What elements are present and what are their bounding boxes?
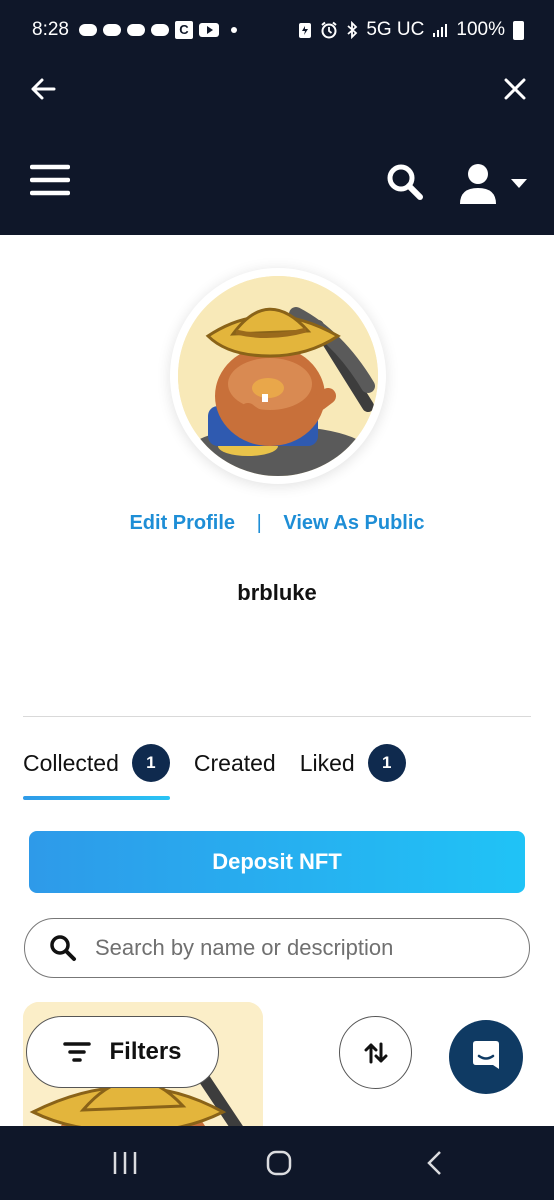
search-icon [50, 935, 76, 961]
view-as-public-link[interactable]: View As Public [283, 512, 424, 534]
edit-profile-link[interactable]: Edit Profile [129, 512, 235, 534]
avatar [178, 276, 378, 476]
hamburger-menu-icon [29, 164, 71, 196]
system-navigation-bar [0, 1126, 554, 1200]
search-input[interactable] [95, 935, 515, 961]
support-chat-button[interactable] [449, 1020, 523, 1094]
username: brbluke [237, 580, 317, 605]
top-navigation [0, 60, 554, 235]
youtube-icon [198, 23, 219, 37]
status-time: 8:28 [32, 19, 69, 40]
bluetooth-icon [347, 21, 358, 39]
c-app-icon: C [174, 21, 193, 39]
back-arrow-icon [31, 78, 56, 100]
chat-icon [473, 1041, 499, 1069]
sort-button[interactable] [339, 1016, 412, 1089]
search-icon [387, 164, 423, 200]
link-separator: | [256, 512, 262, 534]
network-label: 5G UC [366, 19, 425, 40]
close-button[interactable] [500, 74, 530, 104]
system-back-button[interactable] [424, 1150, 446, 1176]
user-menu-button[interactable] [458, 160, 530, 208]
alarm-icon [321, 21, 337, 39]
signal-icon [433, 24, 448, 37]
filters-button[interactable]: Filters [26, 1016, 219, 1088]
more-notifications-dot [230, 27, 237, 33]
tab-collected[interactable]: Collected 1 [23, 744, 170, 800]
cloud-icon [78, 24, 97, 36]
back-button[interactable] [28, 74, 58, 104]
cloud-icon [102, 24, 121, 36]
close-icon [504, 78, 526, 100]
profile-links: Edit Profile | View As Public [0, 512, 554, 535]
profile-tabs: Collected 1 Created Liked 1 [23, 744, 430, 800]
cloud-icon [150, 24, 169, 36]
menu-button[interactable] [29, 160, 71, 200]
tab-collected-count-badge: 1 [131, 744, 170, 782]
section-divider [23, 716, 531, 717]
tab-created-label: Created [193, 749, 276, 776]
home-button[interactable] [266, 1150, 292, 1176]
user-icon [460, 164, 496, 204]
profile-avatar-frame [170, 268, 386, 484]
caret-down-icon [511, 179, 527, 188]
tab-liked-label: Liked [299, 749, 355, 776]
recents-icon [113, 1152, 137, 1174]
filters-label: Filters [109, 1038, 182, 1065]
search-bar [24, 918, 530, 978]
battery-percent: 100% [456, 19, 505, 40]
tab-collected-label: Collected [23, 749, 119, 776]
battery-saver-icon [299, 23, 312, 38]
filter-icon [63, 1042, 92, 1062]
notification-icons: C [78, 21, 237, 39]
search-button[interactable] [385, 162, 425, 202]
recents-button[interactable] [110, 1150, 140, 1176]
chevron-left-icon [427, 1151, 441, 1175]
sort-arrows-icon [364, 1042, 387, 1063]
cloud-icon [126, 24, 145, 36]
tab-created[interactable]: Created [194, 750, 276, 791]
deposit-nft-button[interactable]: Deposit NFT [29, 831, 525, 893]
battery-icon [513, 20, 524, 40]
status-icons: 5G UC 100% [298, 19, 524, 41]
tab-liked-count-badge: 1 [367, 744, 406, 782]
mole-miner-avatar-image [178, 276, 378, 476]
status-bar: 8:28 C 5G UC 100% [0, 0, 554, 60]
home-icon [266, 1150, 292, 1176]
tab-liked[interactable]: Liked 1 [300, 744, 406, 796]
